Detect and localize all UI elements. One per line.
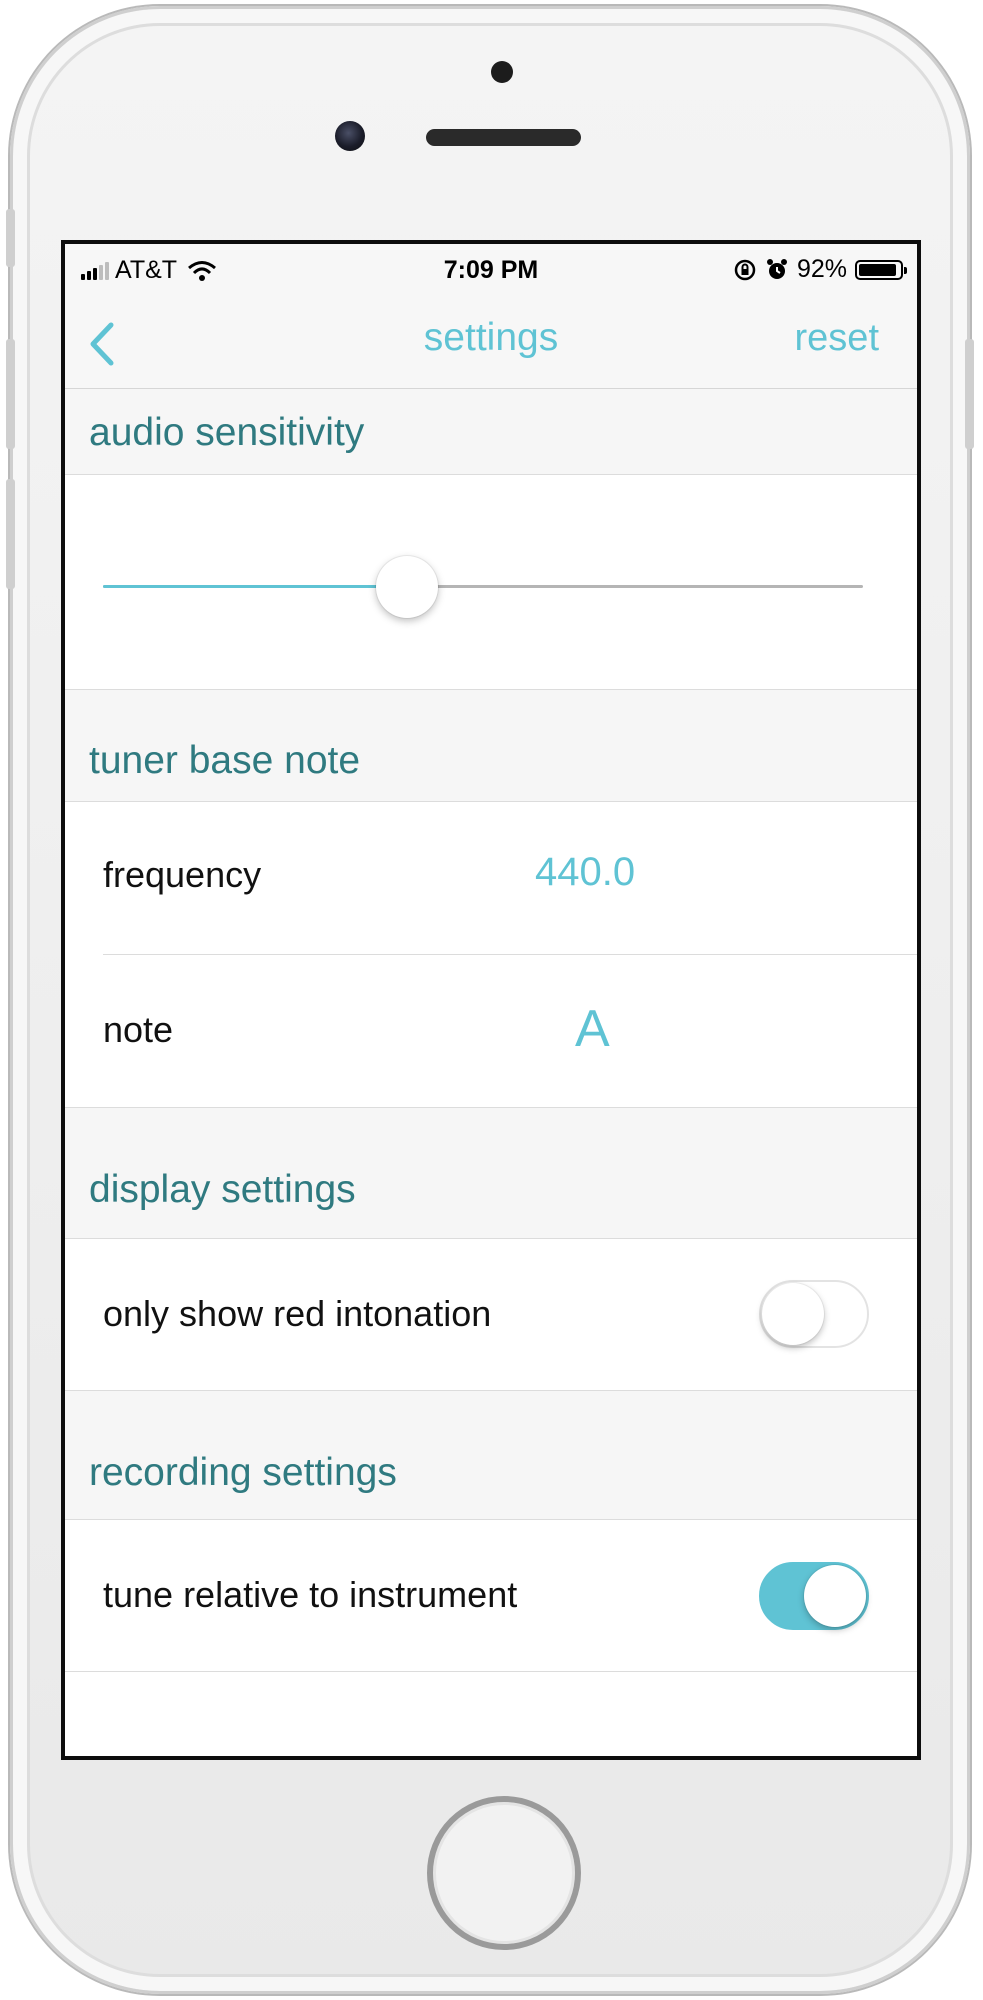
- navigation-bar: settings reset: [65, 294, 917, 389]
- home-button[interactable]: [427, 1796, 581, 1950]
- section-title: display settings: [89, 1168, 356, 1211]
- mute-switch: [6, 209, 15, 267]
- audio-sensitivity-slider[interactable]: [103, 552, 863, 622]
- app-screen: AT&T 7:09 PM 92% settings reset audio se…: [61, 240, 921, 1760]
- frequency-label: frequency: [103, 854, 262, 895]
- status-right: 92%: [733, 255, 907, 284]
- note-row[interactable]: note A: [65, 955, 917, 1107]
- volume-up-button: [6, 339, 15, 449]
- red-intonation-row: only show red intonation: [65, 1239, 917, 1390]
- battery-percent: 92%: [796, 255, 847, 283]
- toggle-knob: [804, 1565, 866, 1627]
- slider-thumb[interactable]: [376, 556, 438, 618]
- red-intonation-label: only show red intonation: [103, 1293, 492, 1334]
- status-bar: AT&T 7:09 PM 92%: [65, 244, 917, 294]
- reset-button[interactable]: reset: [795, 317, 879, 360]
- alarm-icon: [766, 258, 787, 279]
- frequency-row[interactable]: frequency 440.0: [65, 802, 917, 954]
- section-header-recording-settings: recording settings: [65, 1391, 917, 1520]
- page-title: settings: [423, 316, 559, 359]
- divider: [65, 1671, 917, 1672]
- battery-icon: [855, 259, 907, 280]
- note-label: note: [103, 1009, 174, 1050]
- section-title: audio sensitivity: [89, 411, 365, 454]
- frequency-value[interactable]: 440.0: [535, 850, 635, 895]
- note-value[interactable]: A: [575, 999, 610, 1059]
- section-header-audio-sensitivity: audio sensitivity: [65, 389, 917, 475]
- red-intonation-toggle[interactable]: [759, 1280, 869, 1348]
- slider-fill: [103, 585, 407, 588]
- section-title: recording settings: [89, 1451, 397, 1494]
- power-button: [965, 339, 974, 449]
- proximity-sensor: [491, 61, 513, 83]
- earpiece-speaker: [426, 129, 581, 146]
- section-header-tuner-base-note: tuner base note: [65, 690, 917, 802]
- settings-list: audio sensitivity tuner base note freque…: [65, 389, 917, 1756]
- tune-relative-label: tune relative to instrument: [103, 1574, 518, 1615]
- front-camera-icon: [335, 121, 365, 151]
- tune-relative-toggle[interactable]: [759, 1562, 869, 1630]
- tune-relative-row: tune relative to instrument: [65, 1520, 917, 1671]
- volume-down-button: [6, 479, 15, 589]
- section-header-display-settings: display settings: [65, 1108, 917, 1239]
- section-title: tuner base note: [89, 739, 361, 782]
- toggle-knob: [762, 1283, 824, 1345]
- battery-fill: [859, 263, 896, 276]
- orientation-lock-icon: [734, 259, 756, 280]
